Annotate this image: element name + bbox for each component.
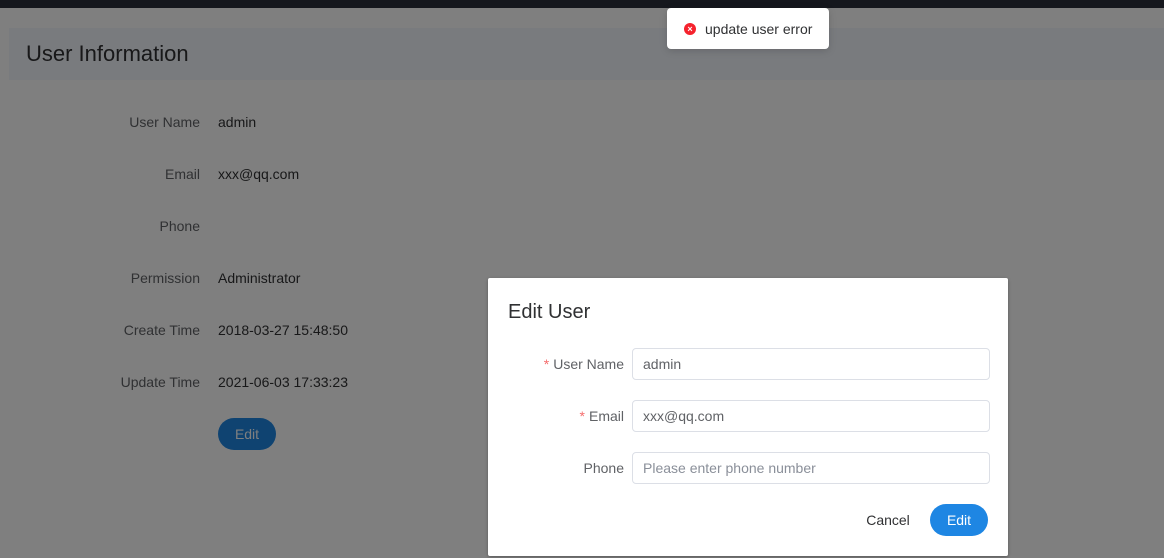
email-label: * Email xyxy=(580,400,624,432)
email-label-text: Email xyxy=(588,408,624,424)
error-circle-icon: × xyxy=(684,22,696,35)
cancel-button[interactable]: Cancel xyxy=(858,504,918,536)
dialog-title: Edit User xyxy=(508,301,591,323)
toast-message: update user error xyxy=(705,20,813,37)
user-name-label-text: User Name xyxy=(553,356,624,372)
form-row-phone: Phone xyxy=(488,452,1008,484)
phone-input[interactable] xyxy=(632,452,990,484)
email-input[interactable] xyxy=(632,400,990,432)
required-mark: * xyxy=(543,356,550,372)
edit-submit-button[interactable]: Edit xyxy=(930,504,988,536)
phone-label: Phone xyxy=(583,460,624,476)
edit-user-dialog: Edit User *User Name *Email Phone Cancel… xyxy=(488,278,1008,556)
form-row-email: * Email xyxy=(488,400,1008,432)
form-row-user-name: * User Name xyxy=(488,348,1008,380)
user-name-label: * User Name xyxy=(544,348,624,380)
required-mark: * xyxy=(579,408,585,424)
user-name-input[interactable] xyxy=(632,348,990,380)
error-toast: × update user error xyxy=(667,8,829,49)
